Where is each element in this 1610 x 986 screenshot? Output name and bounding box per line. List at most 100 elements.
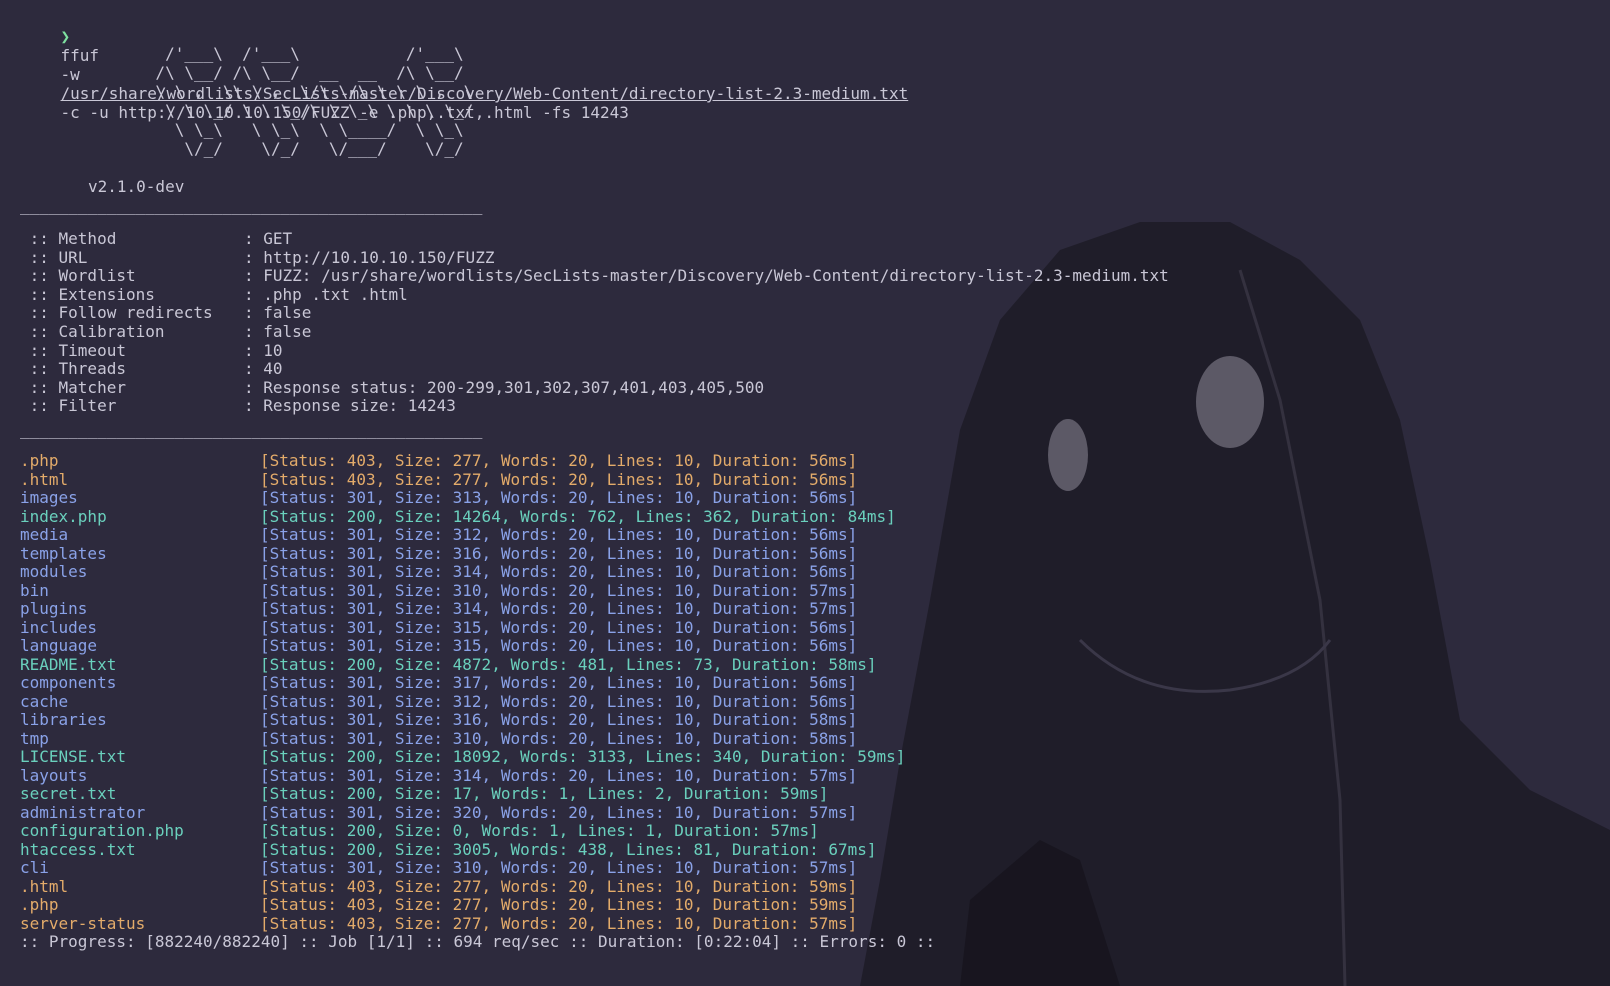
result-row: plugins [Status: 301, Size: 314, Words: 2… [20,599,857,618]
config-row: :: Calibration : false [20,322,312,341]
result-path: tmp [20,728,49,748]
config-value: : false [244,322,312,341]
result-path: cache [20,691,69,711]
config-value: : GET [244,229,293,248]
result-status-info: [Status: 403, Size: 277, Words: 20, Line… [260,913,858,933]
config-key: :: Method [20,229,117,248]
result-row: .html [Status: 403, Size: 277, Words: 20,… [20,877,857,896]
result-row: tmp [Status: 301, Size: 310, Words: 20, L… [20,729,857,748]
command-wordlist-flag: -w [60,65,80,84]
result-status-info: [Status: 301, Size: 313, Words: 20, Line… [260,488,858,507]
config-key: :: Filter [20,396,117,416]
result-status-info: [Status: 301, Size: 314, Words: 20, Line… [260,765,858,785]
config-key: :: Extensions [20,284,155,304]
config-value: : Response status: 200-299,301,302,307,4… [244,377,765,397]
result-status-info: [Status: 301, Size: 316, Words: 20, Line… [260,710,858,729]
result-path: .php [20,451,59,470]
result-path: configuration.php [20,821,184,840]
version-text: v2.1.0-dev [88,177,185,196]
result-path: layouts [20,765,88,785]
result-row: README.txt [Status: 200, Size: 4872, Word… [20,655,877,674]
result-path: bin [20,580,49,600]
result-status-info: [Status: 200, Size: 14264, Words: 762, L… [260,506,896,526]
config-value: : 40 [244,359,283,379]
result-row: htaccess.txt [Status: 200, Size: 3005, Wo… [20,840,877,859]
result-path: LICENSE.txt [20,747,126,766]
result-row: components [Status: 301, Size: 317, Words… [20,673,857,692]
result-row: images [Status: 301, Size: 313, Words: 20… [20,488,857,507]
result-status-info: [Status: 200, Size: 3005, Words: 438, Li… [260,839,877,859]
result-path: plugins [20,599,88,618]
progress-status: :: Progress: [882240/882240] :: Job [1/1… [20,932,936,951]
result-path: cli [20,858,49,877]
result-row: layouts [Status: 301, Size: 314, Words: 2… [20,766,857,785]
config-value: : .php .txt .html [244,284,408,304]
config-key: :: Threads [20,359,126,379]
config-key: :: Calibration [20,322,165,341]
result-row: configuration.php [Status: 200, Size: 0, … [20,821,819,840]
config-row: :: Timeout : 10 [20,341,283,360]
config-key: :: URL [20,247,88,267]
config-value: : http://10.10.10.150/FUZZ [244,247,495,267]
command-line[interactable]: ❯ ffuf -w /usr/share/wordlists/SecLists-… [22,8,909,122]
divider-top: ________________________________________… [20,196,483,215]
result-path: components [20,673,117,692]
config-key: :: Follow redirects [20,303,213,323]
result-row: libraries [Status: 301, Size: 316, Words:… [20,710,857,729]
config-row: :: Wordlist : FUZZ: /usr/share/wordlists/… [20,266,1169,285]
config-row: :: Method : GET [20,229,293,248]
config-key: :: Wordlist [20,266,136,286]
result-status-info: [Status: 301, Size: 310, Words: 20, Line… [260,580,858,600]
result-path: secret.txt [20,784,117,803]
config-value: : FUZZ: /usr/share/wordlists/SecLists-ma… [244,266,1169,286]
config-key: :: Matcher [20,377,126,397]
result-row: secret.txt [Status: 200, Size: 17, Words:… [20,784,828,803]
result-row: modules [Status: 301, Size: 314, Words: 2… [20,562,857,581]
terminal-window[interactable]: ❯ ffuf -w /usr/share/wordlists/SecLists-… [0,0,1610,986]
result-status-info: [Status: 301, Size: 314, Words: 20, Line… [260,562,858,581]
result-path: images [20,488,78,507]
config-row: :: URL : http://10.10.10.150/FUZZ [20,247,495,267]
result-status-info: [Status: 200, Size: 4872, Words: 481, Li… [260,654,877,674]
config-value: : Response size: 14243 [244,396,456,416]
result-row: server-status [Status: 403, Size: 277, Wo… [20,914,857,933]
result-row: templates [Status: 301, Size: 316, Words:… [20,544,857,563]
result-status-info: [Status: 403, Size: 277, Words: 20, Line… [260,451,858,470]
result-status-info: [Status: 301, Size: 310, Words: 20, Line… [260,728,858,748]
result-path: libraries [20,710,107,729]
result-row: cli [Status: 301, Size: 310, Words: 20, L… [20,858,857,877]
result-path: server-status [20,913,146,933]
result-status-info: [Status: 301, Size: 317, Words: 20, Line… [260,673,858,692]
ffuf-ascii-banner: /'___\ /'___\ /'___\ /\ \__/ /\ \__/ __ … [155,44,474,158]
result-status-info: [Status: 301, Size: 320, Words: 20, Line… [260,802,858,822]
result-path: templates [20,543,107,563]
config-row: :: Follow redirects: false [20,303,312,323]
result-row: administrator [Status: 301, Size: 320, Wo… [20,803,857,822]
result-status-info: [Status: 403, Size: 277, Words: 20, Line… [260,876,858,896]
result-path: .php [20,895,59,914]
result-path: administrator [20,802,146,822]
result-path: includes [20,617,98,637]
result-path: media [20,525,69,544]
result-row: LICENSE.txt [Status: 200, Size: 18092, Wo… [20,747,905,766]
result-status-info: [Status: 200, Size: 18092, Words: 3133, … [260,747,906,766]
config-value: : 10 [244,340,283,360]
result-status-info: [Status: 301, Size: 316, Words: 20, Line… [260,543,858,563]
result-row: cache [Status: 301, Size: 312, Words: 20,… [20,692,857,711]
divider-bottom: ________________________________________… [20,420,483,439]
result-row: media [Status: 301, Size: 312, Words: 20,… [20,525,857,544]
result-row: language [Status: 301, Size: 315, Words: … [20,636,857,655]
result-row: .php [Status: 403, Size: 277, Words: 20, … [20,895,857,914]
result-status-info: [Status: 403, Size: 277, Words: 20, Line… [260,895,858,914]
result-status-info: [Status: 301, Size: 312, Words: 20, Line… [260,525,858,544]
result-path: language [20,636,98,655]
result-status-info: [Status: 301, Size: 315, Words: 20, Line… [260,617,858,637]
result-row: .php [Status: 403, Size: 277, Words: 20, … [20,451,857,470]
prompt-chevron-icon: ❯ [60,27,71,46]
config-row: :: Extensions : .php .txt .html [20,285,408,304]
config-key: :: Timeout [20,340,126,360]
result-status-info: [Status: 301, Size: 312, Words: 20, Line… [260,691,858,711]
result-path: modules [20,562,88,581]
result-row: bin [Status: 301, Size: 310, Words: 20, L… [20,581,857,600]
result-status-info: [Status: 301, Size: 315, Words: 20, Line… [260,636,858,655]
